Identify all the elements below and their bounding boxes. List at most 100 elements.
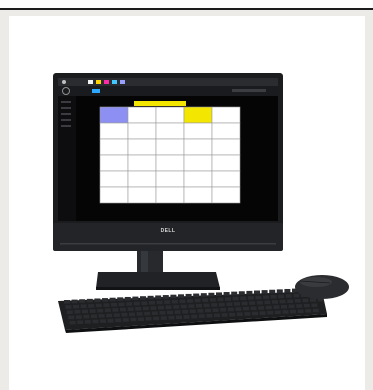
keyboard-key [79, 299, 86, 303]
grid-cell[interactable] [183, 170, 213, 188]
keyboard-key [235, 307, 242, 311]
keyboard-key [226, 302, 233, 307]
keyboard-key [205, 308, 211, 313]
keyboard-key [197, 309, 204, 313]
grid-cell[interactable] [99, 122, 129, 140]
grid-cell[interactable] [211, 138, 241, 156]
keyboard-key [71, 299, 78, 304]
keyboard-key [196, 303, 202, 308]
keyboard-key [165, 305, 172, 310]
keyboard-key [212, 308, 219, 312]
keyboard-key [244, 312, 251, 316]
keyboard-key [68, 315, 75, 320]
keyboard-key [65, 305, 72, 309]
keyboard-key [84, 320, 91, 324]
menu-icon[interactable] [62, 80, 66, 84]
keyboard-key [238, 291, 245, 295]
grid-cell[interactable] [99, 186, 129, 204]
keyboard-key [180, 304, 187, 309]
grid-cell[interactable] [155, 122, 185, 140]
keyboard-key [179, 299, 186, 304]
grid-cell[interactable] [155, 138, 185, 156]
keyboard-key [141, 301, 148, 305]
grid-cell[interactable] [211, 170, 241, 188]
keyboard-key [97, 308, 104, 313]
toolbar-right-controls[interactable] [232, 89, 266, 92]
grid-cell[interactable] [211, 122, 241, 140]
keyboard-key [109, 297, 116, 302]
keyboard-key [240, 296, 247, 301]
tab-icon-1[interactable] [88, 80, 93, 84]
grid-cell[interactable] [183, 122, 213, 140]
keyboard-key [95, 303, 102, 308]
keyboard-key [155, 295, 162, 300]
grid-cell[interactable] [155, 106, 185, 124]
toolbar-button[interactable] [92, 89, 100, 93]
keyboard-key [103, 303, 110, 307]
spreadsheet-grid[interactable] [99, 101, 241, 204]
grid-cell[interactable] [99, 106, 129, 124]
keyboard-key [160, 316, 167, 320]
keyboard-key [156, 300, 163, 305]
keyboard-key [73, 304, 79, 309]
keyboard-key [206, 313, 213, 318]
grid-cell[interactable] [99, 170, 129, 188]
grid-cell[interactable] [211, 106, 241, 124]
keyboard-key [170, 294, 177, 299]
keyboard-key [94, 298, 101, 303]
keyboard-key [261, 290, 268, 294]
keyboard-key [132, 296, 139, 301]
tab-icon-5[interactable] [120, 80, 125, 84]
grid-cell[interactable] [211, 186, 241, 204]
grid-cell[interactable] [127, 106, 157, 124]
keyboard-key [272, 300, 278, 304]
grid-cell[interactable] [127, 154, 157, 172]
keyboard-key [126, 302, 133, 306]
grid-cell[interactable] [183, 154, 213, 172]
keyboard-key [117, 297, 124, 301]
keyboard-key [273, 305, 280, 309]
grid-cell[interactable] [99, 154, 129, 172]
keyboard-key [153, 316, 160, 321]
keyboard-key [274, 310, 281, 315]
grid-cell[interactable] [155, 170, 185, 188]
grid-cell[interactable] [183, 106, 213, 124]
keyboard-key [200, 293, 207, 297]
keyboard-key [241, 301, 248, 306]
keyboard-key [279, 299, 286, 304]
keyboard-key [203, 303, 210, 308]
keyboard-key [252, 311, 258, 316]
keyboard-key [92, 319, 99, 324]
keyboard-key [285, 294, 292, 298]
keyboard-key [77, 320, 84, 325]
keyboard-key [173, 305, 180, 309]
keyboard-key [202, 298, 209, 302]
grid-cell[interactable] [127, 186, 157, 204]
keyboard-key [269, 289, 276, 294]
keyboard-key [168, 315, 175, 320]
grid-cell[interactable] [127, 138, 157, 156]
tab-icon-2[interactable] [96, 80, 101, 84]
keyboard-key [185, 293, 192, 298]
chin-accent-line [60, 243, 276, 245]
grid-cell[interactable] [183, 186, 213, 204]
grid-cell[interactable] [211, 154, 241, 172]
keyboard-key [178, 294, 184, 298]
keyboard-key [288, 304, 295, 309]
keyboard-key [305, 309, 312, 313]
grid-cell[interactable] [155, 186, 185, 204]
grid-cell[interactable] [99, 138, 129, 156]
grid-cell[interactable] [183, 138, 213, 156]
keyboard-key [255, 295, 262, 300]
keyboard-key [182, 309, 189, 314]
grid-cell[interactable] [127, 122, 157, 140]
grid-cell[interactable] [127, 170, 157, 188]
keyboard-key [122, 318, 129, 322]
grid-cell[interactable] [155, 154, 185, 172]
stand-base [96, 272, 220, 288]
tab-icon-4[interactable] [112, 80, 117, 84]
tab-icon-3[interactable] [104, 80, 109, 84]
keyboard-key [208, 292, 215, 297]
keyboard-key [302, 298, 309, 303]
keyboard-key [259, 311, 266, 315]
